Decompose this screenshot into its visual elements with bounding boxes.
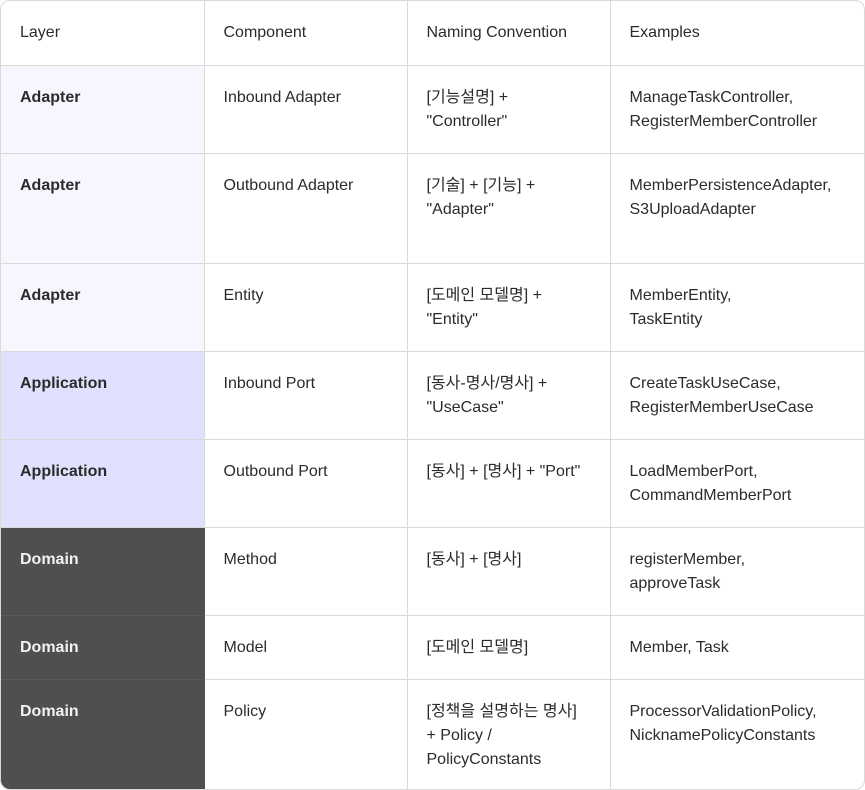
examples-cell: MemberEntity, TaskEntity — [610, 263, 864, 352]
naming-cell: [도메인 모델명] + "Entity" — [407, 263, 611, 352]
component-label: Inbound Port — [223, 374, 316, 392]
naming-cell: [동사] + [명사] — [407, 527, 611, 616]
examples-label: registerMember, approveTask — [629, 550, 746, 592]
table-row: Domain Method [동사] + [명사] registerMember… — [1, 527, 864, 616]
examples-cell: ProcessorValidationPolicy, NicknamePolic… — [610, 679, 864, 789]
examples-label: MemberEntity, TaskEntity — [629, 286, 732, 328]
examples-cell: Member, Task — [610, 615, 864, 680]
component-cell: Model — [204, 615, 408, 680]
layer-cell: Adapter — [1, 65, 205, 154]
table-row: Adapter Outbound Adapter [기술] + [기능] + "… — [1, 153, 864, 264]
layer-label: Adapter — [20, 286, 81, 304]
component-label: Policy — [223, 702, 267, 720]
naming-label: [기술] + [기능] + "Adapter" — [426, 176, 536, 218]
header-component: Component — [204, 1, 408, 66]
table-row: Adapter Inbound Adapter [기능설명] + "Contro… — [1, 65, 864, 154]
layer-label: Application — [20, 374, 108, 392]
layer-label: Domain — [20, 638, 79, 656]
component-label: Outbound Adapter — [223, 176, 354, 194]
naming-label: [동사] + [명사] — [426, 550, 522, 568]
layer-cell: Adapter — [1, 263, 205, 352]
layer-label: Application — [20, 462, 108, 480]
header-layer: Layer — [1, 1, 205, 66]
table-row: Domain Model [도메인 모델명] Member, Task — [1, 615, 864, 680]
table-row: Domain Policy [정책을 설명하는 명사] + Policy / P… — [1, 679, 864, 789]
layer-cell: Adapter — [1, 153, 205, 264]
layer-cell: Domain — [1, 527, 205, 616]
examples-cell: registerMember, approveTask — [610, 527, 864, 616]
component-label: Method — [223, 550, 277, 568]
layer-cell: Application — [1, 351, 205, 440]
naming-cell: [정책을 설명하는 명사] + Policy / PolicyConstants — [407, 679, 611, 789]
component-cell: Outbound Port — [204, 439, 408, 528]
naming-cell: [도메인 모델명] — [407, 615, 611, 680]
component-label: Entity — [223, 286, 264, 304]
table-row: Application Inbound Port [동사-명사/명사] + "U… — [1, 351, 864, 440]
naming-label: [기능설명] + "Controller" — [426, 88, 509, 130]
component-label: Inbound Adapter — [223, 88, 341, 106]
header-naming-convention: Naming Convention — [407, 1, 611, 66]
component-label: Model — [223, 638, 268, 656]
table-row: Application Outbound Port [동사] + [명사] + … — [1, 439, 864, 528]
naming-cell: [기술] + [기능] + "Adapter" — [407, 153, 611, 264]
naming-cell: [동사-명사/명사] + "UseCase" — [407, 351, 611, 440]
layer-cell: Domain — [1, 679, 205, 789]
header-row: Layer Component Naming Convention Exampl… — [1, 1, 864, 66]
examples-cell: LoadMemberPort, CommandMemberPort — [610, 439, 864, 528]
component-cell: Inbound Port — [204, 351, 408, 440]
layer-label: Adapter — [20, 88, 81, 106]
examples-label: ManageTaskController, RegisterMemberCont… — [629, 88, 818, 130]
component-cell: Inbound Adapter — [204, 65, 408, 154]
examples-label: CreateTaskUseCase, RegisterMemberUseCase — [629, 374, 814, 416]
examples-label: Member, Task — [629, 638, 729, 656]
examples-label: ProcessorValidationPolicy, NicknamePolic… — [629, 702, 817, 744]
examples-cell: MemberPersistenceAdapter, S3UploadAdapte… — [610, 153, 864, 264]
naming-cell: [기능설명] + "Controller" — [407, 65, 611, 154]
component-cell: Policy — [204, 679, 408, 789]
examples-label: MemberPersistenceAdapter, S3UploadAdapte… — [629, 176, 832, 218]
examples-cell: CreateTaskUseCase, RegisterMemberUseCase — [610, 351, 864, 440]
table-header: Layer Component Naming Convention Exampl… — [1, 1, 864, 66]
naming-label: [동사-명사/명사] + "UseCase" — [426, 374, 548, 416]
layer-label: Adapter — [20, 176, 81, 194]
examples-cell: ManageTaskController, RegisterMemberCont… — [610, 65, 864, 154]
layer-cell: Application — [1, 439, 205, 528]
component-label: Outbound Port — [223, 462, 328, 480]
naming-cell: [동사] + [명사] + "Port" — [407, 439, 611, 528]
naming-label: [도메인 모델명] + "Entity" — [426, 286, 542, 328]
component-cell: Method — [204, 527, 408, 616]
naming-label: [도메인 모델명] — [426, 638, 529, 656]
naming-label: [동사] + [명사] + "Port" — [426, 462, 581, 480]
table: Layer Component Naming Convention Exampl… — [1, 1, 864, 789]
layer-cell: Domain — [1, 615, 205, 680]
layer-label: Domain — [20, 702, 79, 720]
examples-label: LoadMemberPort, CommandMemberPort — [629, 462, 792, 504]
table-body: Adapter Inbound Adapter [기능설명] + "Contro… — [1, 65, 864, 789]
header-examples: Examples — [610, 1, 864, 66]
layer-label: Domain — [20, 550, 79, 568]
component-cell: Outbound Adapter — [204, 153, 408, 264]
naming-label: [정책을 설명하는 명사] + Policy / PolicyConstants — [426, 702, 577, 768]
table-row: Adapter Entity [도메인 모델명] + "Entity" Memb… — [1, 263, 864, 352]
naming-convention-table: Layer Component Naming Convention Exampl… — [0, 0, 865, 790]
component-cell: Entity — [204, 263, 408, 352]
